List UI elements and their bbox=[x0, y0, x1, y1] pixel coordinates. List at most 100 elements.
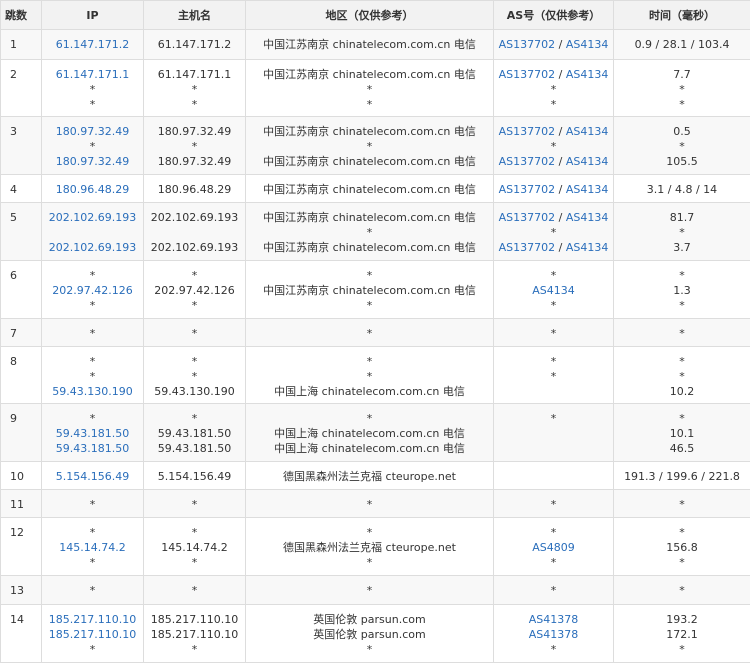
location-cell: *德国黑森州法兰克福 cteurope.net* bbox=[246, 518, 494, 576]
hop-number: 13 bbox=[10, 576, 41, 602]
time-text: 172.1 bbox=[614, 627, 750, 642]
header-hostname: 主机名 bbox=[144, 1, 246, 30]
header-hop: 跳数 bbox=[1, 1, 42, 30]
hop-cell: 5 bbox=[1, 203, 42, 261]
hostname-cell-lines: * bbox=[144, 490, 245, 516]
time-text: * bbox=[614, 298, 750, 313]
as-number-link[interactable]: AS137702 bbox=[499, 211, 556, 224]
hostname-text: 180.97.32.49 bbox=[144, 124, 245, 139]
ip-link[interactable]: 180.96.48.29 bbox=[42, 182, 143, 197]
as-line: * bbox=[494, 497, 613, 512]
as-line: * bbox=[494, 411, 613, 426]
as-line: AS137702 / AS4134 bbox=[494, 210, 613, 225]
as-number-cell: AS137702 / AS4134 bbox=[494, 175, 614, 203]
as-number-link[interactable]: AS137702 bbox=[499, 125, 556, 138]
as-number-cell: AS137702 / AS4134 bbox=[494, 30, 614, 60]
location-text: * bbox=[246, 225, 493, 240]
location-cell-lines: 中国江苏南京 chinatelecom.com.cn 电信** bbox=[246, 60, 493, 116]
time-text: * bbox=[614, 369, 750, 384]
as-number-link[interactable]: AS4134 bbox=[566, 38, 609, 51]
time-cell-lines: 0.9 / 28.1 / 103.4 bbox=[614, 30, 750, 56]
as-line: * bbox=[494, 298, 613, 313]
time-cell-lines: *10.146.5 bbox=[614, 404, 750, 460]
ip-link[interactable]: 5.154.156.49 bbox=[42, 469, 143, 484]
location-text: * bbox=[246, 139, 493, 154]
ip-link[interactable]: 61.147.171.1 bbox=[42, 67, 143, 82]
ip-link[interactable]: 202.102.69.193 bbox=[42, 210, 143, 225]
time-text: * bbox=[614, 525, 750, 540]
as-number-link[interactable]: AS41378 bbox=[529, 613, 579, 626]
as-number-link[interactable]: AS4134 bbox=[532, 284, 575, 297]
as-number-cell-lines: * bbox=[494, 404, 613, 460]
hostname-text: 61.147.171.1 bbox=[144, 67, 245, 82]
table-row: 161.147.171.261.147.171.2中国江苏南京 chinatel… bbox=[1, 30, 750, 60]
time-text: * bbox=[614, 225, 750, 240]
as-number-link[interactable]: AS4134 bbox=[566, 68, 609, 81]
ip-link[interactable]: 59.43.130.190 bbox=[42, 384, 143, 399]
as-line: AS137702 / AS4134 bbox=[494, 124, 613, 139]
header-time-ms: 时间（毫秒） bbox=[614, 1, 750, 30]
hostname-text: * bbox=[144, 369, 245, 384]
ip-cell-lines: **59.43.130.190 bbox=[42, 347, 143, 403]
location-text: 中国江苏南京 chinatelecom.com.cn 电信 bbox=[246, 37, 493, 52]
location-text: 中国江苏南京 chinatelecom.com.cn 电信 bbox=[246, 283, 493, 298]
location-text: 中国江苏南京 chinatelecom.com.cn 电信 bbox=[246, 124, 493, 139]
as-number-link[interactable]: AS4134 bbox=[566, 155, 609, 168]
ip-link[interactable]: 180.97.32.49 bbox=[42, 154, 143, 169]
hop-cell: 7 bbox=[1, 319, 42, 347]
no-response-marker: * bbox=[551, 327, 557, 340]
as-number-link[interactable]: AS137702 bbox=[499, 241, 556, 254]
location-text: 中国江苏南京 chinatelecom.com.cn 电信 bbox=[246, 154, 493, 169]
as-number-cell: AS137702 / AS4134*AS137702 / AS4134 bbox=[494, 117, 614, 175]
as-number-link[interactable]: AS41378 bbox=[529, 628, 579, 641]
table-row: 11***** bbox=[1, 490, 750, 518]
as-number-cell: *AS4809* bbox=[494, 518, 614, 576]
location-cell: * bbox=[246, 319, 494, 347]
hop-number: 14 bbox=[10, 605, 41, 631]
ip-cell-lines: 180.96.48.29 bbox=[42, 175, 143, 201]
as-number-link[interactable]: AS4134 bbox=[566, 211, 609, 224]
location-text: 德国黑森州法兰克福 cteurope.net bbox=[246, 469, 493, 484]
as-number-cell: ** bbox=[494, 347, 614, 404]
hostname-cell-lines: 202.102.69.193202.102.69.193 bbox=[144, 203, 245, 259]
as-number-link[interactable]: AS4134 bbox=[566, 183, 609, 196]
as-line: * bbox=[494, 354, 613, 369]
as-line: AS4809 bbox=[494, 540, 613, 555]
ip-cell-lines: 180.97.32.49*180.97.32.49 bbox=[42, 117, 143, 173]
ip-link[interactable]: 59.43.181.50 bbox=[42, 426, 143, 441]
time-cell: * bbox=[614, 490, 750, 518]
no-response-marker: * bbox=[551, 556, 557, 569]
ip-link[interactable]: 202.97.42.126 bbox=[42, 283, 143, 298]
as-number-link[interactable]: AS4134 bbox=[566, 241, 609, 254]
ip-link[interactable]: 59.43.181.50 bbox=[42, 441, 143, 456]
time-cell-lines: * bbox=[614, 490, 750, 516]
ip-link[interactable]: 180.97.32.49 bbox=[42, 124, 143, 139]
location-text: 德国黑森州法兰克福 cteurope.net bbox=[246, 540, 493, 555]
location-cell-lines: 中国江苏南京 chinatelecom.com.cn 电信 bbox=[246, 175, 493, 201]
as-number-link[interactable]: AS137702 bbox=[499, 68, 556, 81]
as-number-link[interactable]: AS4134 bbox=[566, 125, 609, 138]
ip-link[interactable]: 61.147.171.2 bbox=[42, 37, 143, 52]
as-number-link[interactable]: AS137702 bbox=[499, 183, 556, 196]
ip-cell-lines: *145.14.74.2* bbox=[42, 518, 143, 574]
as-number-link[interactable]: AS137702 bbox=[499, 155, 556, 168]
hostname-cell-lines: 61.147.171.1** bbox=[144, 60, 245, 116]
table-row: 105.154.156.495.154.156.49德国黑森州法兰克福 cteu… bbox=[1, 462, 750, 490]
ip-link[interactable]: 185.217.110.10 bbox=[42, 627, 143, 642]
traceroute-table: 跳数 IP 主机名 地区（仅供参考） AS号（仅供参考） 时间（毫秒） 161.… bbox=[0, 0, 750, 663]
ip-cell-lines: 61.147.171.2 bbox=[42, 30, 143, 56]
hop-number: 2 bbox=[10, 60, 41, 86]
location-text: * bbox=[246, 354, 493, 369]
hostname-text: * bbox=[144, 82, 245, 97]
time-cell-lines: *1.3* bbox=[614, 261, 750, 317]
ip-link[interactable]: 185.217.110.10 bbox=[42, 612, 143, 627]
as-number-link[interactable]: AS4809 bbox=[532, 541, 575, 554]
as-line: * bbox=[494, 583, 613, 598]
ip-link[interactable]: 202.102.69.193 bbox=[42, 240, 143, 255]
ip-cell-lines: * bbox=[42, 490, 143, 516]
as-number-link[interactable]: AS137702 bbox=[499, 38, 556, 51]
hop-number: 8 bbox=[10, 347, 41, 373]
ip-link[interactable]: 145.14.74.2 bbox=[42, 540, 143, 555]
hop-number-text: 12 bbox=[10, 525, 41, 540]
hostname-cell-lines: **59.43.130.190 bbox=[144, 347, 245, 403]
